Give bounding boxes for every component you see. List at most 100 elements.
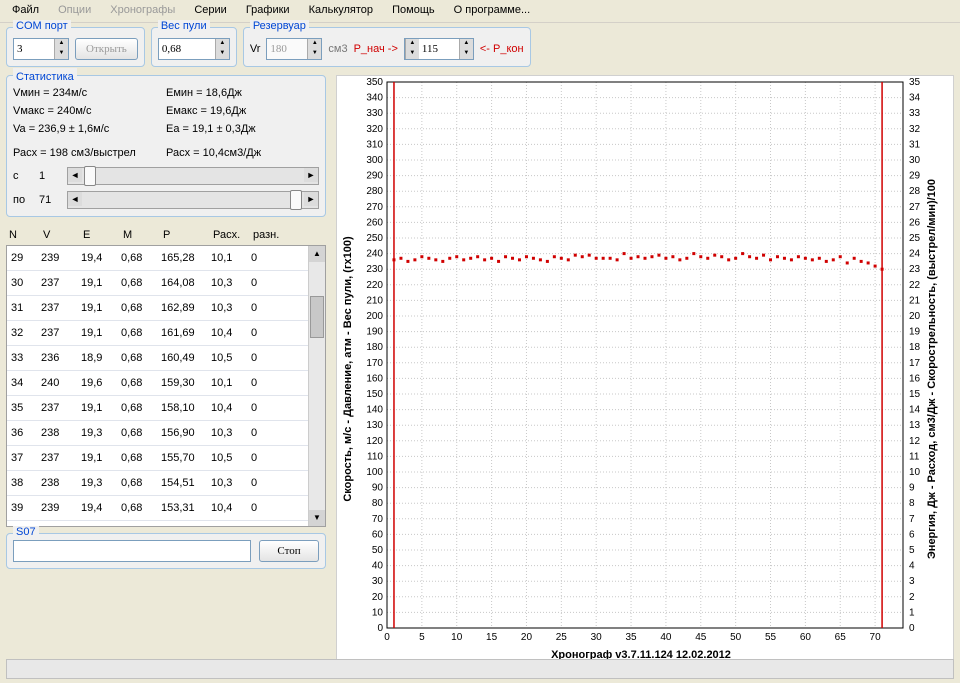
p-start-input[interactable] xyxy=(419,39,459,59)
cell-r: 10,1 xyxy=(211,252,251,264)
toolbar: COM порт ▲▼ Открыть Вес пули ▲▼ Резервуа… xyxy=(0,23,960,75)
th-p[interactable]: P xyxy=(160,227,210,243)
th-d[interactable]: разн. xyxy=(250,227,290,243)
table-row[interactable]: 3923919,40,68153,3110,40 xyxy=(7,496,325,521)
group-stats: Статистика Vмин = 234м/сEмин = 18,6Дж Vм… xyxy=(6,75,326,217)
scroll-thumb[interactable] xyxy=(310,296,324,338)
svg-text:340: 340 xyxy=(366,93,383,104)
table-body[interactable]: 2923919,40,68165,2810,103023719,10,68164… xyxy=(6,245,326,527)
menu-about[interactable]: О программе... xyxy=(446,2,538,18)
slider-thumb[interactable] xyxy=(84,166,96,186)
table-header: N V E M P Расх. разн. xyxy=(6,225,326,245)
p-start-label: Р_нач -> xyxy=(354,43,398,55)
cell-v: 240 xyxy=(41,377,81,389)
svg-text:20: 20 xyxy=(521,632,533,643)
menu-file[interactable]: Файл xyxy=(4,2,47,18)
s07-input[interactable] xyxy=(13,540,251,562)
th-n[interactable]: N xyxy=(6,227,40,243)
table-row[interactable]: 3424019,60,68159,3010,10 xyxy=(7,371,325,396)
spin-down-icon[interactable]: ▼ xyxy=(405,49,419,59)
com-port-spin[interactable]: ▲▼ xyxy=(13,38,69,60)
slider-thumb[interactable] xyxy=(290,190,302,210)
slider-left-icon[interactable]: ◄ xyxy=(68,192,82,206)
table-row[interactable]: 3523719,10,68158,1010,40 xyxy=(7,396,325,421)
bullet-weight-input[interactable] xyxy=(159,39,215,59)
spin-up-icon[interactable]: ▲ xyxy=(54,39,68,49)
bullet-weight-spin[interactable]: ▲▼ xyxy=(158,38,230,60)
menu-series[interactable]: Серии xyxy=(186,2,234,18)
cell-n: 34 xyxy=(7,377,41,389)
scroll-up-icon[interactable]: ▲ xyxy=(309,246,325,262)
vertical-scrollbar[interactable]: ▲ ▼ xyxy=(308,246,325,526)
svg-text:60: 60 xyxy=(800,632,812,643)
cell-m: 0,68 xyxy=(121,502,161,514)
th-r[interactable]: Расх. xyxy=(210,227,250,243)
cell-v: 237 xyxy=(41,402,81,414)
svg-text:140: 140 xyxy=(366,405,383,416)
spin-down-icon[interactable]: ▼ xyxy=(307,49,321,59)
com-port-input[interactable] xyxy=(14,39,54,59)
table-row[interactable]: 2923919,40,68165,2810,10 xyxy=(7,246,325,271)
svg-text:320: 320 xyxy=(366,124,383,135)
spin-up-icon[interactable]: ▲ xyxy=(307,39,321,49)
svg-text:8: 8 xyxy=(909,498,915,509)
spin-down-icon[interactable]: ▼ xyxy=(459,49,473,59)
cell-e: 19,1 xyxy=(81,452,121,464)
svg-text:7: 7 xyxy=(909,514,915,525)
open-button[interactable]: Открыть xyxy=(75,38,138,60)
table-row[interactable]: 3823819,30,68154,5110,30 xyxy=(7,471,325,496)
svg-text:250: 250 xyxy=(366,233,383,244)
menubar: Файл Опции Хронографы Серии Графики Каль… xyxy=(0,0,960,23)
spin-up-icon[interactable]: ▲ xyxy=(215,39,229,49)
cell-v: 238 xyxy=(41,477,81,489)
svg-text:290: 290 xyxy=(366,171,383,182)
cell-n: 38 xyxy=(7,477,41,489)
table-row[interactable]: 3123719,10,68162,8910,30 xyxy=(7,296,325,321)
svg-text:1: 1 xyxy=(909,607,915,618)
cell-d: 0 xyxy=(251,427,291,439)
chart-panel[interactable]: 0102030405060708090100110120130140150160… xyxy=(336,75,954,663)
cell-p: 160,49 xyxy=(161,352,211,364)
stat-rasx2: Расх = 10,4см3/Дж xyxy=(166,144,319,162)
cell-r: 10,3 xyxy=(211,277,251,289)
vr-spin[interactable]: ▲▼ xyxy=(266,38,322,60)
group-s07: S07 Стоп xyxy=(6,533,326,569)
th-m[interactable]: M xyxy=(120,227,160,243)
th-e[interactable]: E xyxy=(80,227,120,243)
scroll-down-icon[interactable]: ▼ xyxy=(309,510,325,526)
svg-text:350: 350 xyxy=(366,77,383,88)
svg-text:190: 190 xyxy=(366,327,383,338)
svg-text:40: 40 xyxy=(372,561,384,572)
th-v[interactable]: V xyxy=(40,227,80,243)
cell-p: 159,30 xyxy=(161,377,211,389)
p-start-spin[interactable]: ▲▼ ▲▼ xyxy=(404,38,474,60)
slider-to[interactable]: ◄ ► xyxy=(67,191,319,209)
cell-d: 0 xyxy=(251,277,291,289)
slider-right-icon[interactable]: ► xyxy=(304,192,318,206)
spin-down-icon[interactable]: ▼ xyxy=(215,49,229,59)
slider-left-icon[interactable]: ◄ xyxy=(68,168,82,182)
svg-text:31: 31 xyxy=(909,139,921,150)
menu-chrono[interactable]: Хронографы xyxy=(102,2,183,18)
menu-help[interactable]: Помощь xyxy=(384,2,443,18)
svg-text:20: 20 xyxy=(909,311,921,322)
spin-up-icon[interactable]: ▲ xyxy=(459,39,473,49)
table-row[interactable]: 3023719,10,68164,0810,30 xyxy=(7,271,325,296)
stop-button[interactable]: Стоп xyxy=(259,540,319,562)
slider-from-value: 1 xyxy=(39,167,61,185)
menu-options[interactable]: Опции xyxy=(50,2,99,18)
table-row[interactable]: 3223719,10,68161,6910,40 xyxy=(7,321,325,346)
menu-calc[interactable]: Калькулятор xyxy=(301,2,381,18)
menu-charts[interactable]: Графики xyxy=(238,2,298,18)
spin-down-icon[interactable]: ▼ xyxy=(54,49,68,59)
cell-d: 0 xyxy=(251,402,291,414)
table-row[interactable]: 3723719,10,68155,7010,50 xyxy=(7,446,325,471)
spin-up-icon[interactable]: ▲ xyxy=(405,39,419,49)
vr-label: Vr xyxy=(250,43,261,55)
table-row[interactable]: 3323618,90,68160,4910,50 xyxy=(7,346,325,371)
cell-e: 18,9 xyxy=(81,352,121,364)
slider-right-icon[interactable]: ► xyxy=(304,168,318,182)
slider-from[interactable]: ◄ ► xyxy=(67,167,319,185)
table-row[interactable]: 3623819,30,68156,9010,30 xyxy=(7,421,325,446)
svg-text:2: 2 xyxy=(909,592,915,603)
